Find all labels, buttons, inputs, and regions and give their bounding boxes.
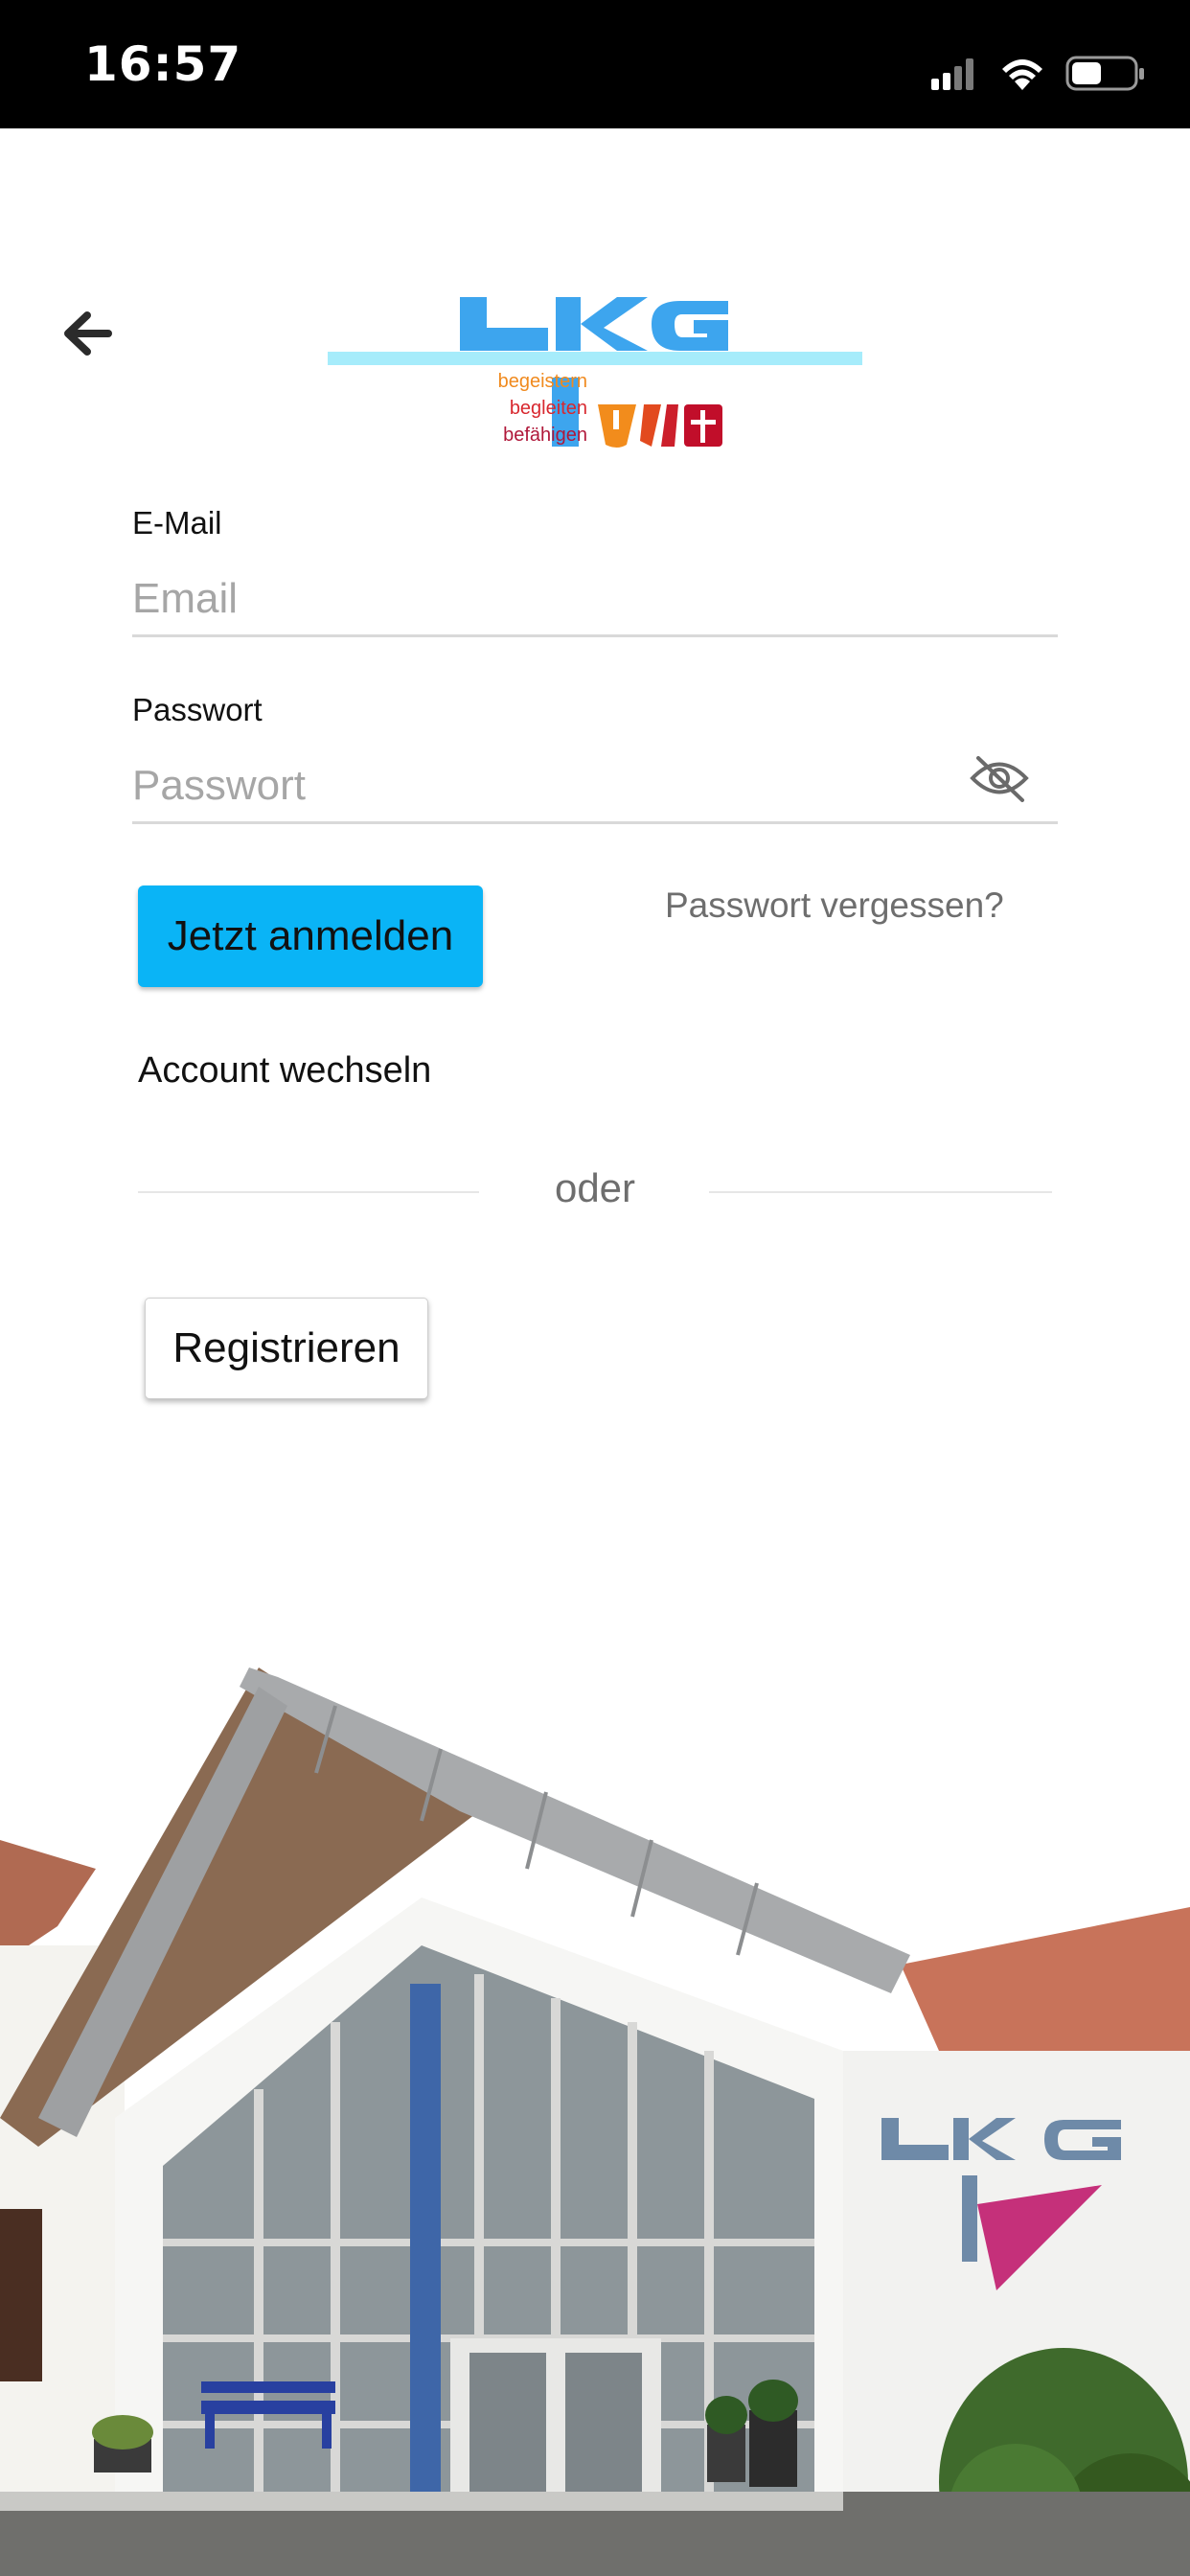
wifi-icon: [1002, 59, 1042, 90]
register-button[interactable]: Registrieren: [145, 1298, 428, 1399]
back-button[interactable]: [54, 302, 121, 365]
battery-icon: [1065, 56, 1144, 91]
tagline-begeistern: begeistern: [497, 371, 587, 392]
divider-line-right: [709, 1191, 1052, 1193]
logo-tagline: begeistern begleiten befähigen: [456, 368, 587, 448]
lkg-logo: begeistern begleiten befähigen: [326, 288, 872, 455]
status-bar: 16:57: [0, 0, 1190, 128]
arrow-left-icon: [64, 311, 112, 356]
password-visibility-toggle[interactable]: [969, 752, 1030, 804]
lkg-logo-graphic: [328, 297, 862, 448]
status-icons: [931, 56, 1144, 91]
tagline-begleiten: begleiten: [509, 398, 587, 419]
or-separator: oder: [554, 1165, 636, 1210]
login-button[interactable]: Jetzt anmelden: [138, 886, 483, 987]
signal-icon: [931, 58, 973, 90]
logo-symbols: [598, 404, 722, 448]
status-time: 16:57: [84, 36, 242, 92]
switch-account-link[interactable]: Account wechseln: [138, 1050, 431, 1092]
email-field[interactable]: [132, 564, 1058, 637]
building-photo: [0, 1668, 1190, 2576]
forgot-password-link[interactable]: Passwort vergessen?: [665, 886, 1004, 926]
password-field[interactable]: [132, 750, 1058, 824]
eye-off-icon: [970, 756, 1029, 802]
password-label: Passwort: [132, 692, 263, 727]
tagline-befaehigen: befähigen: [503, 425, 587, 446]
divider-line-left: [138, 1191, 479, 1193]
email-label: E-Mail: [132, 505, 222, 540]
